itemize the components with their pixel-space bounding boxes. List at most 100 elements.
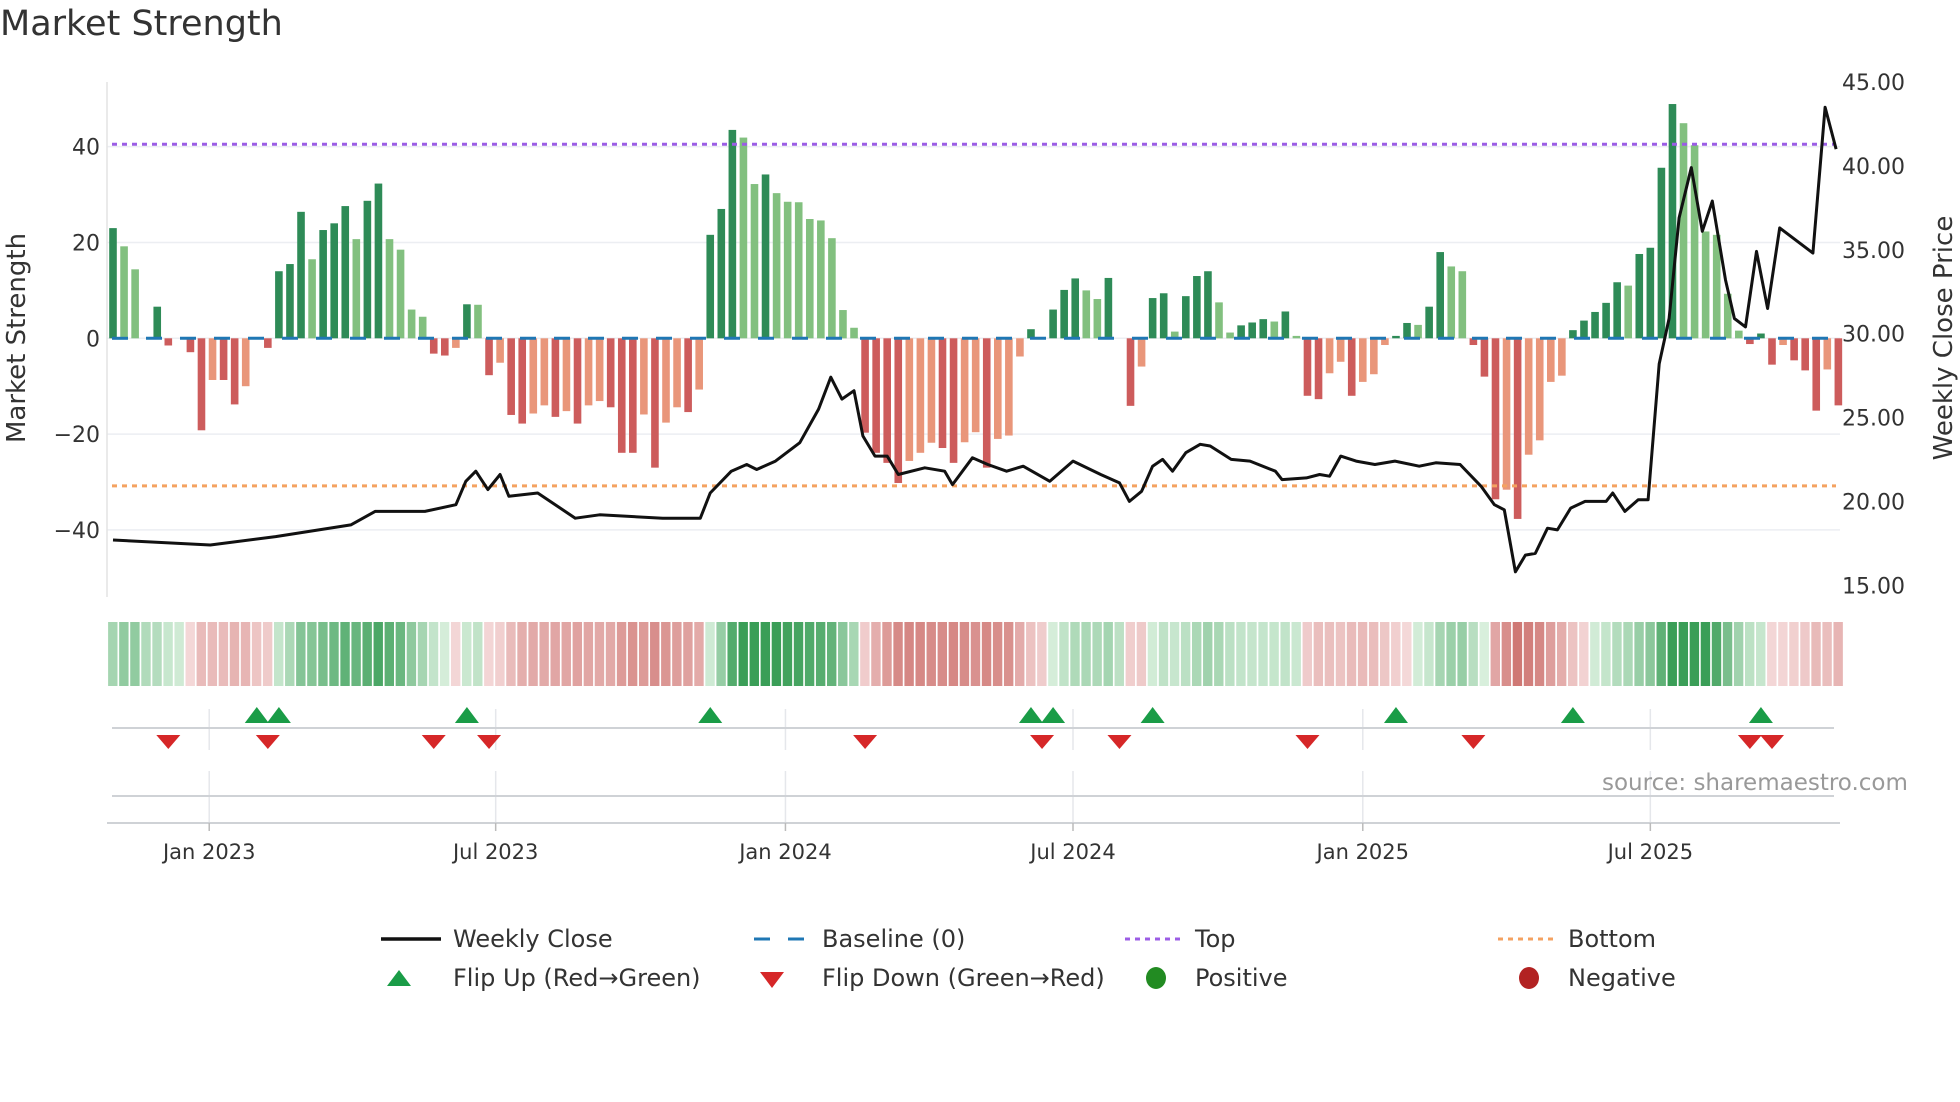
- heatmap-cell: [1413, 622, 1423, 686]
- strength-bar: [1524, 338, 1533, 455]
- heatmap-cell: [1667, 622, 1677, 686]
- strength-bar: [341, 206, 350, 339]
- heatmap-cell: [1280, 622, 1290, 686]
- strength-bar: [1093, 299, 1102, 339]
- heatmap-cell: [1756, 622, 1766, 686]
- strength-bar: [407, 309, 416, 339]
- strength-bar: [606, 338, 615, 408]
- strength-bar: [1447, 266, 1456, 339]
- strength-bar: [241, 338, 250, 387]
- heatmap-cell: [506, 622, 516, 686]
- strength-bar: [1347, 338, 1356, 396]
- strength-bar: [1082, 290, 1091, 339]
- heatmap-cell: [1037, 622, 1047, 686]
- heatmap-strip: [108, 622, 1843, 686]
- strength-bar: [783, 201, 792, 339]
- heatmap-cell: [384, 622, 394, 686]
- heatmap-cell: [815, 622, 826, 686]
- strength-bar: [1436, 252, 1444, 339]
- strength-bar: [131, 269, 139, 339]
- flip-up-marker: [454, 707, 479, 723]
- heatmap-cell: [1147, 622, 1158, 686]
- strength-bar: [385, 239, 394, 339]
- heatmap-cell: [251, 622, 262, 686]
- heatmap-cell: [484, 622, 494, 686]
- strength-bar: [1259, 319, 1268, 339]
- heatmap-cell: [340, 622, 350, 686]
- legend-negative: Negative: [1498, 964, 1676, 992]
- strength-bar: [1303, 338, 1312, 396]
- heatmap-cell: [782, 622, 793, 686]
- strength-bar: [573, 338, 582, 424]
- heatmap-cell: [207, 622, 218, 686]
- strength-bar: [706, 234, 715, 339]
- strength-bar: [1657, 167, 1666, 339]
- heatmap-cell: [638, 622, 649, 686]
- strength-bar: [1646, 247, 1655, 339]
- heatmap-cell: [838, 622, 848, 686]
- heatmap-cell: [1059, 622, 1069, 686]
- strength-bar: [684, 338, 692, 413]
- heatmap-cell: [1357, 622, 1368, 686]
- heatmap-cell: [1158, 622, 1169, 686]
- heatmap-cell: [218, 622, 229, 686]
- heatmap-cell: [594, 622, 605, 686]
- heatmap-cell: [1568, 622, 1578, 686]
- strength-bar: [761, 174, 770, 339]
- market-strength-chart: 40 20 0 −20 −40 45.00 40.00 35.00 30.00 25.00 20.0…: [2, 71, 1959, 864]
- strength-bar: [230, 338, 239, 405]
- strength-bar: [1547, 338, 1555, 382]
- heatmap-cell: [1048, 622, 1058, 686]
- flip-up-marker: [1383, 707, 1408, 723]
- strength-bar: [1270, 321, 1279, 339]
- legend-label: Positive: [1195, 964, 1288, 992]
- flip-up-marker: [1018, 707, 1043, 723]
- heatmap-cell: [1380, 622, 1390, 686]
- strength-bar: [949, 338, 958, 463]
- strength-bar: [1137, 338, 1146, 367]
- heatmap-cell: [981, 622, 992, 686]
- heatmap-cell: [992, 622, 1003, 686]
- heatmap-cell: [1191, 622, 1202, 686]
- heatmap-cell: [1214, 622, 1224, 686]
- x-tick-label: Jan 2023: [161, 840, 256, 864]
- x-tick-label: Jan 2025: [1315, 840, 1410, 864]
- strength-bar: [319, 230, 327, 339]
- strength-bars: [109, 104, 1843, 519]
- legend-label: Weekly Close: [453, 925, 613, 953]
- y-right-tick-label: 15.00: [1842, 574, 1905, 599]
- strength-bar: [894, 338, 903, 483]
- strength-bar: [1491, 338, 1500, 500]
- strength-bar: [429, 338, 438, 354]
- heatmap-cell: [1711, 622, 1722, 686]
- legend-label: Negative: [1568, 964, 1676, 992]
- heatmap-cell: [351, 622, 361, 686]
- heatmap-cell: [1247, 622, 1257, 686]
- flip-up-marker: [1140, 707, 1165, 723]
- heatmap-cell: [1092, 622, 1102, 686]
- strength-bar: [651, 338, 659, 468]
- strength-bar: [617, 338, 626, 453]
- strength-bar: [1701, 231, 1710, 339]
- heatmap-cell: [1269, 622, 1279, 686]
- heatmap-cell: [539, 622, 549, 686]
- heatmap-cell: [793, 622, 804, 686]
- heatmap-cell: [1291, 622, 1301, 686]
- strength-bar: [1336, 338, 1345, 362]
- y-tick-label: −20: [54, 423, 100, 448]
- heatmap-cell: [550, 622, 560, 686]
- legend-flip-up: Flip Up (Red→Green): [381, 964, 701, 992]
- heatmap-cell: [1722, 622, 1733, 686]
- heatmap-cell: [1335, 622, 1346, 686]
- strength-bar: [739, 137, 748, 339]
- heatmap-cell: [1003, 622, 1014, 686]
- strength-bar: [883, 338, 891, 463]
- heatmap-cell: [738, 622, 748, 686]
- heatmap-cell: [1512, 622, 1523, 686]
- strength-bar: [1834, 338, 1843, 406]
- heatmap-cell: [1203, 622, 1213, 686]
- strength-bar: [1182, 296, 1190, 339]
- legend-top: Top: [1125, 925, 1236, 953]
- legend-label: Baseline (0): [822, 925, 966, 953]
- heatmap-cell: [1744, 622, 1755, 686]
